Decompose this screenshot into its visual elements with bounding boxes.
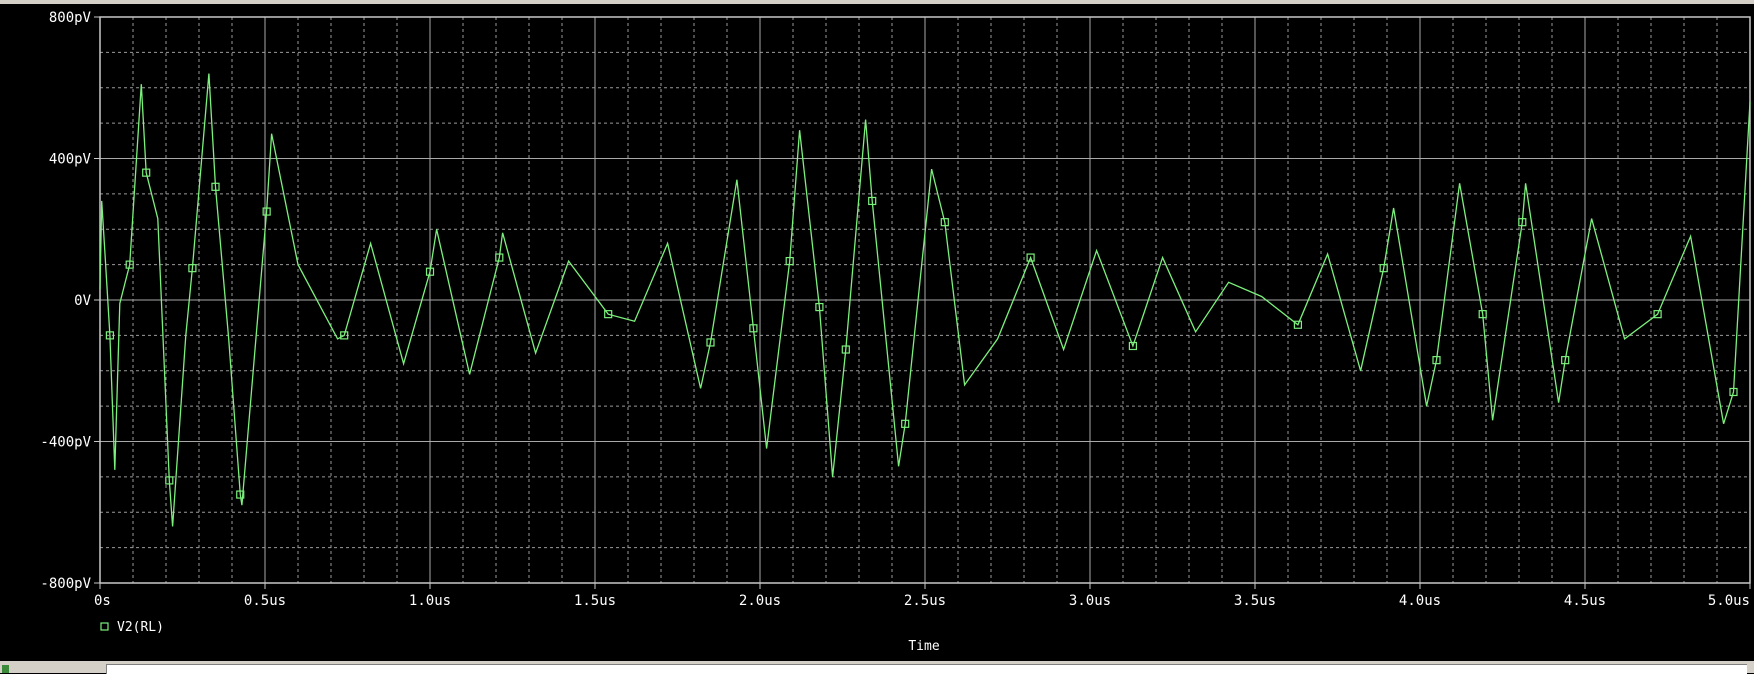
y-tick-label: -800pV <box>40 576 91 592</box>
legend-label[interactable]: V2(RL) <box>117 620 164 635</box>
x-axis-label: Time <box>908 639 939 654</box>
y-tick-label: -400pV <box>40 435 91 451</box>
x-tick-label: 2.0us <box>739 593 781 609</box>
x-tick-label: 1.5us <box>574 593 616 609</box>
waveform-plot: 800pV 400pV 0V -400pV -800pV 0s 0.5us 1.0us 1.5… <box>0 4 1754 659</box>
x-tick-label: 1.0us <box>409 593 451 609</box>
x-tick-label: 4.5us <box>1564 593 1606 609</box>
x-tick-label: 4.0us <box>1399 593 1441 609</box>
x-tick-label: 3.0us <box>1069 593 1111 609</box>
bottom-status-bar <box>0 661 1754 674</box>
x-tick-label: 3.5us <box>1234 593 1276 609</box>
x-tick-label: 0s <box>94 593 111 609</box>
x-tick-label: 2.5us <box>904 593 946 609</box>
y-tick-label: 0V <box>74 293 91 309</box>
y-tick-label: 800pV <box>49 10 92 26</box>
x-tick-label: 5.0us <box>1708 593 1750 609</box>
x-tick-label: 0.5us <box>244 593 286 609</box>
plot-background <box>0 4 1754 659</box>
y-tick-label: 400pV <box>49 152 92 168</box>
probe-icon <box>2 665 9 673</box>
